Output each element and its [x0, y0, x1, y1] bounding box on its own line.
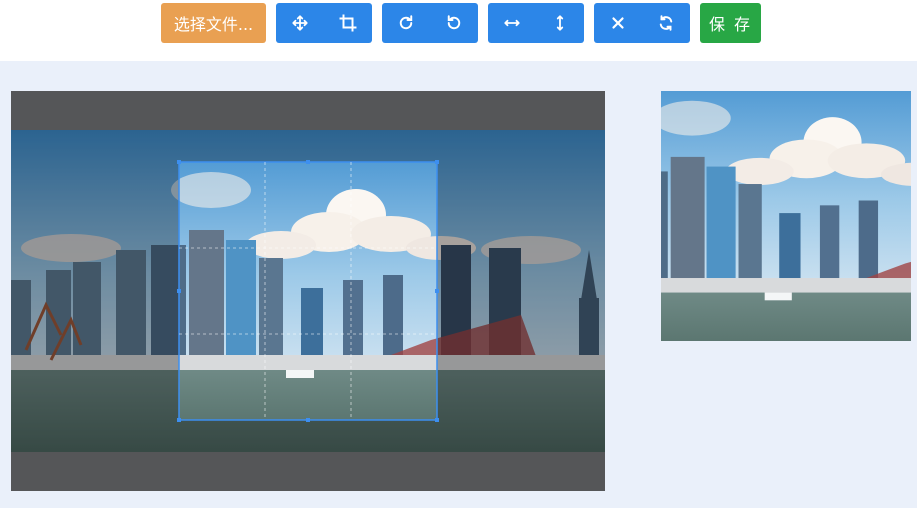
rotate-right-icon: [399, 15, 413, 30]
crop-canvas[interactable]: [11, 91, 605, 491]
clear-button[interactable]: [594, 3, 642, 43]
flip-horizontal-icon: [504, 19, 520, 27]
crop-button[interactable]: [324, 3, 372, 43]
move-button[interactable]: [276, 3, 324, 43]
flip-vertical-button[interactable]: [536, 3, 584, 43]
move-crop-group: [276, 3, 372, 43]
rotate-group: [382, 3, 478, 43]
flip-vertical-icon: [556, 15, 564, 31]
rotate-left-icon: [447, 15, 461, 30]
flip-horizontal-button[interactable]: [488, 3, 536, 43]
crop-icon: [339, 14, 357, 32]
choose-file-button[interactable]: 选择文件...: [161, 3, 266, 43]
reset-button[interactable]: [642, 3, 690, 43]
toolbar: 选择文件... 保 存: [0, 0, 917, 61]
rotate-left-button[interactable]: [430, 3, 478, 43]
reset-group: [594, 3, 690, 43]
crop-preview: [661, 91, 911, 341]
flip-group: [488, 3, 584, 43]
close-icon: [612, 17, 624, 29]
rotate-right-button[interactable]: [382, 3, 430, 43]
refresh-icon: [659, 15, 673, 31]
save-button[interactable]: 保 存: [700, 3, 761, 43]
move-icon: [292, 15, 308, 31]
